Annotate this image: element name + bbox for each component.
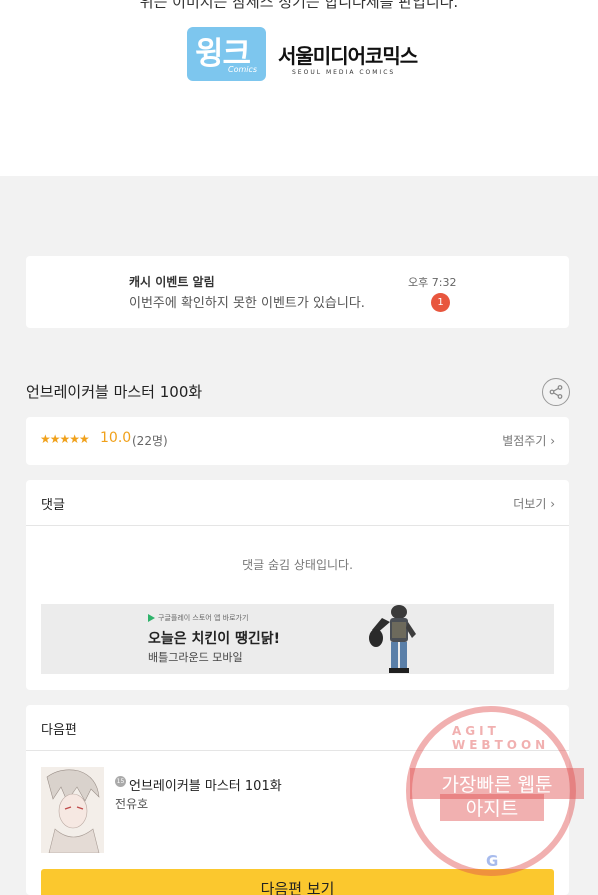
comments-more-link[interactable]: 더보기 › (513, 495, 555, 512)
top-banner: 위는 이미지는 참세스 정기는 합니다제를 판입니다. 윙크 Comics 서울… (0, 0, 598, 176)
watermark-line2: 아지트 (440, 794, 544, 821)
next-episode-name: 언브레이커블 마스터 101화 (129, 779, 282, 794)
publisher-logo-text: 서울미디어코믹스 (278, 44, 418, 68)
publisher-logo-en: SEOUL MEDIA COMICS (292, 69, 396, 76)
comments-hidden-message: 댓글 숨김 상태입니다. (242, 558, 353, 572)
watermark-ring-text: AGIT WEBTOON (452, 724, 550, 752)
notification-message: 이번주에 확인하지 못한 이벤트가 있습니다. (129, 296, 365, 311)
notification-badge: 1 (431, 293, 450, 312)
share-icon (549, 385, 563, 399)
watermark-stamp: AGIT WEBTOON 가장빠른 웹툰 아지트 G (406, 706, 584, 876)
rating-card: ★★★★★ 10.0 (22명) 별점주기 › (26, 417, 569, 465)
notification-title: 캐시 이벤트 알림 (129, 275, 215, 289)
comments-header: 댓글 더보기 › (26, 480, 569, 526)
next-episode-author: 전유호 (115, 797, 149, 811)
next-episode-thumbnail[interactable] (41, 767, 104, 853)
rating-count: (22명) (132, 434, 168, 448)
wink-logo: 윙크 Comics (187, 27, 266, 81)
ad-headline: 오늘은 치킨이 땡긴닭! (148, 631, 281, 647)
ad-banner[interactable]: 구글플레이 스토어 앱 바로가기 오늘은 치킨이 땡긴닭! 배틀그라운드 모바일 (41, 604, 554, 674)
event-notification[interactable]: 캐시 이벤트 알림 이번주에 확인하지 못한 이벤트가 있습니다. 오후 7:3… (26, 256, 569, 328)
rating-stars: ★★★★★ (40, 432, 90, 446)
age-rating-badge: 15 (115, 776, 126, 787)
wink-logo-sub: Comics (228, 65, 258, 74)
rate-button[interactable]: 별점주기 › (502, 432, 555, 449)
episode-title: 언브레이커블 마스터 100화 (26, 383, 203, 401)
rating-score: 10.0 (100, 430, 132, 446)
comments-heading: 댓글 (41, 498, 65, 513)
share-button[interactable] (542, 378, 570, 406)
ad-subtitle: 배틀그라운드 모바일 (148, 651, 243, 664)
comments-card: 댓글 더보기 › 댓글 숨김 상태입니다. 구글플레이 스토어 앱 바로가기 오… (26, 480, 569, 690)
google-play-icon (148, 614, 155, 622)
banner-cut-text: 위는 이미지는 참세스 정기는 합니다제를 판입니다. (139, 0, 459, 11)
publisher-logo: 서울미디어코믹스 SEOUL MEDIA COMICS (278, 40, 418, 76)
google-g-icon: G (486, 852, 499, 870)
ad-small-text: 구글플레이 스토어 앱 바로가기 (158, 614, 249, 622)
thumbnail-image (41, 767, 104, 853)
ad-character-image (369, 605, 416, 673)
notification-time: 오후 7:32 (408, 276, 457, 289)
next-heading: 다음편 (41, 723, 77, 738)
